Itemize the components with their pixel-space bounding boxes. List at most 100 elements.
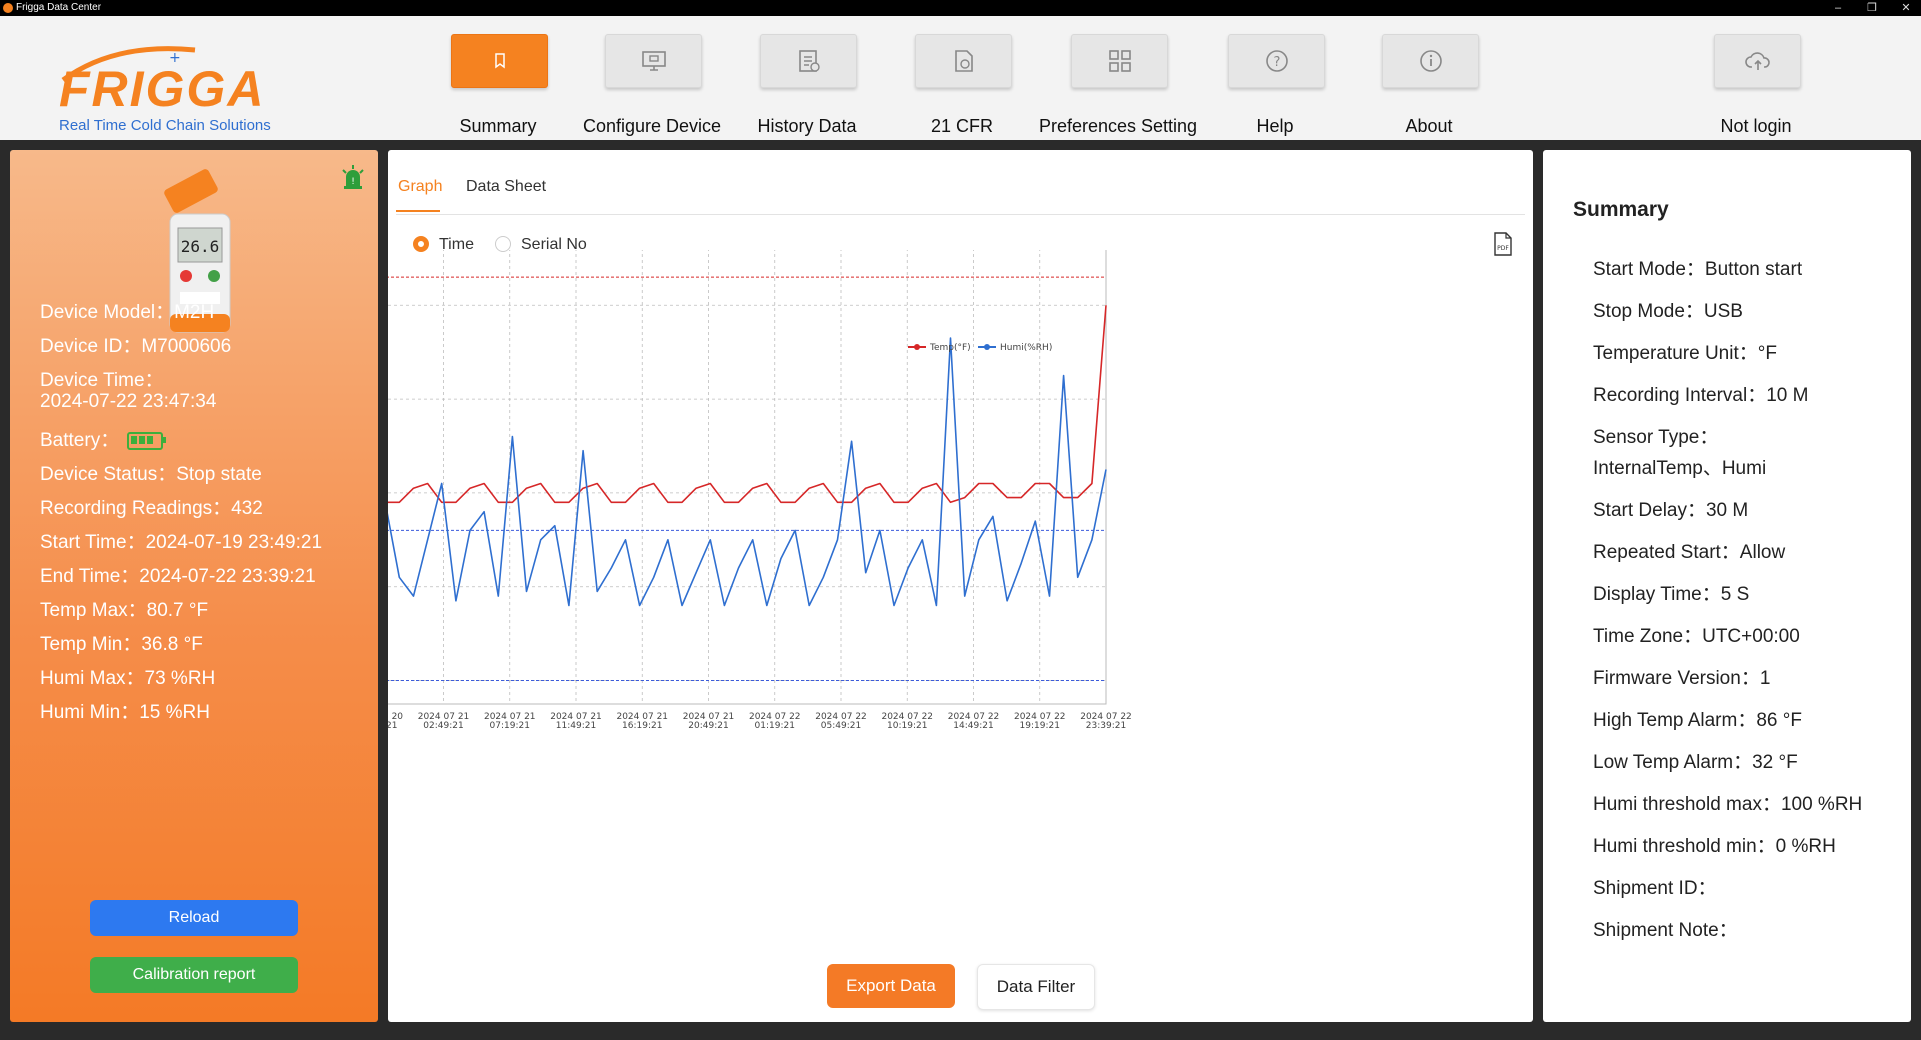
configure-device-nav-button[interactable]: [605, 34, 702, 88]
summary-nav-button[interactable]: [451, 34, 548, 88]
summary-title: Summary: [1573, 198, 1669, 221]
summary-sensor-type-value: InternalTemp、Humi: [1593, 458, 1767, 479]
summary-time-zone: Time Zone：UTC+00:00: [1593, 626, 1800, 647]
window-titlebar: Frigga Data Center – ❐ ✕: [0, 0, 1921, 16]
summary-display-time: Display Time：5 S: [1593, 584, 1750, 605]
nav-preferences-setting[interactable]: Preferences Setting: [1038, 34, 1198, 138]
nav-login[interactable]: Not login: [1676, 34, 1836, 138]
nav-summary[interactable]: Summary: [418, 34, 578, 138]
legend-swatch-dot: [914, 344, 920, 350]
nav-configure-device[interactable]: Configure Device: [572, 34, 732, 138]
history-data-nav-button[interactable]: [760, 34, 857, 88]
nav-label-preferences-setting: Preferences Setting: [1038, 116, 1198, 136]
nav-label-configure-device: Configure Device: [582, 116, 722, 136]
x-tick-label: 2024 07 21 20:49:21: [683, 712, 735, 731]
summary-start-delay: Start Delay：30 M: [1593, 500, 1749, 521]
nav-label-summary: Summary: [459, 116, 537, 136]
question-icon: ?: [1265, 50, 1288, 72]
bookmark-icon: [494, 53, 505, 69]
legend-label: Temp(°F): [929, 343, 971, 353]
help-nav-button[interactable]: ?: [1228, 34, 1325, 88]
close-button[interactable]: ✕: [1891, 0, 1921, 16]
temperature-humidity-chart: -50204060801001052024 07 1923:49:212024 …: [388, 250, 1132, 731]
top-navigation: FRIGGA + Real Time Cold Chain Solutions …: [0, 16, 1921, 140]
summary-high-temp-alarm: High Temp Alarm：86 °F: [1593, 710, 1802, 731]
summary-sensor-type: Sensor Type：: [1593, 427, 1719, 448]
about-nav-button[interactable]: [1382, 34, 1479, 88]
svg-text:+: +: [169, 50, 181, 66]
nav-label-help: Help: [1256, 116, 1294, 136]
nav-about[interactable]: About: [1349, 34, 1509, 138]
minimize-button[interactable]: –: [1823, 0, 1853, 16]
preferences-setting-nav-button[interactable]: [1071, 34, 1168, 88]
summary-panel: Summary Start Mode：Button start Stop Mod…: [1543, 150, 1911, 1022]
logo-wordmark: FRIGGA: [59, 61, 265, 117]
tab-divider: [396, 214, 1525, 215]
humidity-series-line: [388, 337, 1107, 607]
nav-label-login: Not login: [1720, 116, 1792, 136]
nav-21-cfr[interactable]: 21 CFR: [882, 34, 1042, 138]
device-time-value: 2024-07-22 23:47:34: [40, 391, 217, 412]
graph-panel: Graph Data Sheet Time Serial No PDF -502…: [388, 150, 1533, 1022]
device-panel: ! 26.6 Device Model：M2H Device ID：M70006…: [10, 150, 378, 1022]
summary-start-mode: Start Mode：Button start: [1593, 259, 1803, 280]
humi-max-line: Humi Max：73 %RH: [40, 668, 216, 689]
battery-line: Battery：: [40, 425, 167, 452]
device-id-line: Device ID：M7000606: [40, 336, 232, 357]
device-model-line: Device Model：M2H: [40, 302, 215, 323]
info-icon: [1419, 50, 1442, 72]
svg-text:!: !: [351, 177, 355, 187]
data-filter-button[interactable]: Data Filter: [977, 964, 1095, 1010]
x-tick-label: 2024 07 22 19:19:21: [1014, 712, 1066, 731]
document-icon: [798, 50, 820, 72]
start-time-line: Start Time：2024-07-19 23:49:21: [40, 532, 323, 553]
legend-label: Humi(%RH): [1000, 343, 1052, 353]
app-icon: [3, 3, 13, 13]
x-tick-label: 2024 07 22 10:19:21: [881, 712, 933, 731]
grid-icon: [1108, 50, 1131, 72]
summary-recording-interval: Recording Interval：10 M: [1593, 385, 1809, 406]
device-screen-reading: 26.6: [181, 237, 220, 256]
restore-button[interactable]: ❐: [1857, 0, 1887, 16]
x-tick-label: 2024 07 21 11:49:21: [550, 712, 602, 731]
logo-tagline: Real Time Cold Chain Solutions: [59, 117, 271, 134]
file-shield-icon: [954, 50, 973, 72]
21-cfr-nav-button[interactable]: [915, 34, 1012, 88]
summary-repeated-start: Repeated Start：Allow: [1593, 542, 1786, 563]
summary-temperature-unit: Temperature Unit：°F: [1593, 343, 1777, 364]
svg-text:?: ?: [1273, 55, 1280, 70]
summary-humi-threshold-min: Humi threshold min：0 %RH: [1593, 836, 1836, 857]
end-time-line: End Time：2024-07-22 23:39:21: [40, 566, 316, 587]
temp-min-line: Temp Min：36.8 °F: [40, 634, 203, 655]
reload-button[interactable]: Reload: [90, 900, 298, 936]
nav-label-history-data: History Data: [757, 116, 857, 136]
summary-humi-threshold-max: Humi threshold max：100 %RH: [1593, 794, 1863, 815]
x-tick-label: 2024 07 22 05:49:21: [815, 712, 867, 731]
x-tick-label: 2024 07 21 16:19:21: [616, 712, 668, 731]
plot-frame: [388, 250, 1107, 705]
alarm-light-icon: !: [342, 165, 364, 189]
tab-data-sheet[interactable]: Data Sheet: [466, 178, 546, 196]
temperature-series-line: [388, 305, 1107, 504]
frigga-logo: FRIGGA + Real Time Cold Chain Solutions: [55, 42, 315, 138]
x-tick-label: 2024 07 21 02:49:21: [418, 712, 470, 731]
window-title: Frigga Data Center: [16, 2, 102, 13]
nav-history-data[interactable]: History Data: [727, 34, 887, 138]
summary-firmware-version: Firmware Version：1: [1593, 668, 1771, 689]
cloud-upload-icon: [1744, 52, 1770, 70]
x-tick-label: 2024 07 2022:19:21: [388, 712, 403, 731]
x-tick-label: 2024 07 22 14:49:21: [948, 712, 1000, 731]
summary-shipment-note: Shipment Note：: [1593, 920, 1738, 941]
export-data-button[interactable]: Export Data: [827, 964, 955, 1008]
tab-graph[interactable]: Graph: [398, 178, 442, 196]
calibration-report-button[interactable]: Calibration report: [90, 957, 298, 993]
nav-label-21-cfr: 21 CFR: [930, 116, 993, 136]
device-time-line: Device Time：: [40, 370, 164, 391]
x-tick-label: 2024 07 22 23:39:21: [1080, 712, 1132, 731]
summary-shipment-id: Shipment ID：: [1593, 878, 1717, 899]
active-tab-indicator: [396, 210, 440, 212]
summary-stop-mode: Stop Mode：USB: [1593, 301, 1743, 322]
humi-min-line: Humi Min：15 %RH: [40, 702, 210, 723]
nav-help[interactable]: ? Help: [1195, 34, 1355, 138]
login-nav-button[interactable]: [1714, 34, 1801, 88]
